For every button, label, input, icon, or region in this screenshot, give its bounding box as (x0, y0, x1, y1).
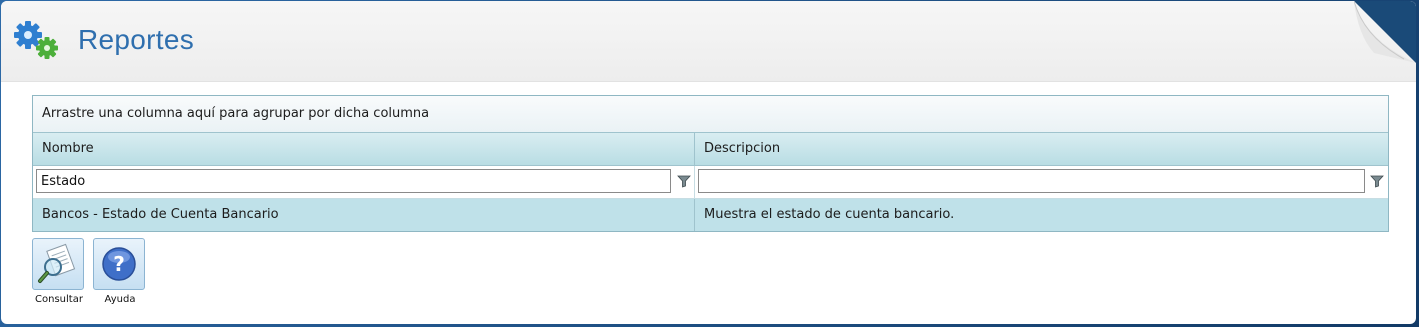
cell-descripcion: Muestra el estado de cuenta bancario. (704, 207, 955, 222)
column-header-nombre[interactable]: Nombre (33, 133, 695, 165)
document-search-icon (38, 243, 76, 283)
ayuda-button[interactable]: ? (93, 238, 145, 290)
filter-input-descripcion[interactable] (698, 169, 1365, 193)
reports-grid: Arrastre una columna aquí para agrupar p… (32, 95, 1389, 232)
cell-nombre: Bancos - Estado de Cuenta Bancario (33, 199, 695, 231)
page-curl-decoration (1354, 1, 1416, 63)
main-panel: Reportes Arrastre una columna aquí para … (1, 1, 1416, 324)
filter-cell-descripcion (695, 166, 1388, 198)
consultar-label: Consultar (35, 294, 83, 305)
column-header-descripcion[interactable]: Descripcion (695, 133, 1388, 165)
page-header: Reportes (1, 1, 1416, 82)
ayuda-label: Ayuda (104, 294, 136, 305)
filter-row (33, 166, 1388, 199)
consultar-button[interactable] (32, 238, 84, 290)
filter-icon[interactable] (677, 174, 691, 188)
group-by-panel[interactable]: Arrastre una columna aquí para agrupar p… (33, 96, 1388, 133)
filter-cell-nombre (33, 166, 695, 198)
filter-input-nombre[interactable] (36, 169, 671, 193)
help-icon: ? (102, 247, 136, 281)
column-header-row: Nombre Descripcion (33, 133, 1388, 166)
filter-icon[interactable] (1370, 174, 1384, 188)
ayuda-tool: ? Ayuda (93, 238, 147, 305)
table-row[interactable]: Bancos - Estado de Cuenta Bancario Muest… (33, 199, 1388, 231)
gears-icon (14, 21, 58, 59)
consultar-tool: Consultar (32, 238, 86, 305)
svg-text:?: ? (113, 252, 125, 276)
page-title: Reportes (78, 24, 195, 55)
window-frame: Reportes Arrastre una columna aquí para … (0, 0, 1419, 327)
